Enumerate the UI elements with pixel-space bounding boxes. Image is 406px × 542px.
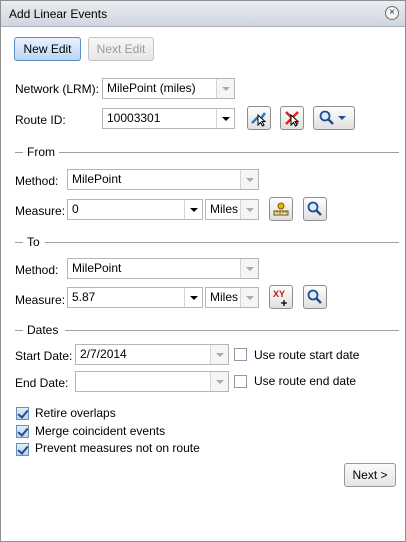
- new-edit-button[interactable]: New Edit: [14, 37, 81, 61]
- start-date-label: Start Date:: [15, 349, 73, 363]
- use-route-end-date-checkbox[interactable]: [234, 375, 247, 388]
- select-route-icon: [251, 112, 267, 127]
- from-method-select[interactable]: MilePoint: [67, 169, 259, 190]
- calendar-dropdown-icon: [210, 345, 228, 364]
- from-measure-input[interactable]: 0: [67, 199, 203, 220]
- xy-point-icon: XY: [273, 289, 287, 306]
- use-route-start-date-checkbox[interactable]: [234, 348, 247, 361]
- to-section-header: To: [15, 235, 399, 249]
- next-edit-button: Next Edit: [88, 37, 154, 61]
- section-divider: [45, 242, 399, 243]
- chevron-down-icon: [240, 200, 258, 219]
- add-linear-events-panel: Add Linear Events × New Edit Next Edit N…: [0, 0, 406, 542]
- title-bar: Add Linear Events ×: [1, 1, 405, 27]
- to-section-label: To: [27, 235, 44, 249]
- prevent-measures-checkbox[interactable]: [16, 443, 29, 456]
- from-section-header: From: [15, 145, 399, 159]
- to-unit-select[interactable]: Miles: [205, 287, 259, 308]
- to-method-select[interactable]: MilePoint: [67, 258, 259, 279]
- select-route-on-map-button[interactable]: [247, 106, 271, 130]
- section-divider: [65, 330, 399, 331]
- retire-overlaps-checkbox[interactable]: [16, 407, 29, 420]
- from-measure-value: 0: [72, 202, 79, 216]
- route-id-input[interactable]: 10003301: [102, 108, 235, 129]
- chevron-down-icon: [240, 170, 258, 189]
- chevron-down-icon: [184, 288, 202, 307]
- to-zoom-button[interactable]: [303, 285, 327, 309]
- chevron-down-icon: [184, 200, 202, 219]
- route-id-label: Route ID:: [15, 113, 66, 127]
- clear-selection-icon: [285, 111, 300, 127]
- chevron-down-icon: [240, 288, 258, 307]
- end-date-label: End Date:: [15, 376, 69, 390]
- from-unit-value: Miles: [210, 202, 239, 216]
- dates-section-label: Dates: [27, 323, 63, 337]
- zoom-icon: [307, 201, 322, 216]
- prevent-measures-label: Prevent measures not on route: [35, 441, 200, 455]
- chevron-down-icon: [216, 79, 234, 98]
- close-icon[interactable]: ×: [385, 6, 399, 20]
- retire-overlaps-label: Retire overlaps: [35, 406, 116, 420]
- from-zoom-button[interactable]: [303, 197, 327, 221]
- zoom-dropdown-icon: [319, 110, 346, 125]
- to-measure-input[interactable]: 5.87: [67, 287, 203, 308]
- end-date-input[interactable]: [75, 371, 229, 392]
- start-date-value: 2/7/2014: [80, 347, 127, 361]
- from-method-label: Method:: [15, 174, 59, 188]
- clear-route-selection-button[interactable]: [280, 106, 304, 130]
- from-method-value: MilePoint: [72, 172, 122, 186]
- merge-coincident-events-checkbox[interactable]: [16, 425, 29, 438]
- to-xy-tool-button[interactable]: XY: [269, 285, 293, 309]
- from-measure-tool-button[interactable]: [269, 197, 293, 221]
- calendar-dropdown-icon: [210, 372, 228, 391]
- from-unit-select[interactable]: Miles: [205, 199, 259, 220]
- section-divider: [15, 330, 23, 331]
- zoom-icon: [307, 289, 322, 304]
- section-divider: [15, 152, 23, 153]
- from-section-label: From: [27, 145, 59, 159]
- use-route-end-date-label: Use route end date: [254, 374, 357, 388]
- start-date-input[interactable]: 2/7/2014: [75, 344, 229, 365]
- to-measure-label: Measure:: [15, 293, 66, 307]
- to-unit-value: Miles: [210, 290, 239, 304]
- from-measure-label: Measure:: [15, 204, 66, 218]
- to-method-value: MilePoint: [72, 261, 122, 275]
- section-divider: [59, 152, 399, 153]
- route-zoom-dropdown-button[interactable]: [313, 106, 355, 130]
- chevron-down-icon: [240, 259, 258, 278]
- route-id-value: 10003301: [107, 111, 161, 125]
- window-title: Add Linear Events: [9, 7, 108, 21]
- to-measure-value: 5.87: [72, 290, 96, 304]
- next-button[interactable]: Next >: [344, 463, 396, 487]
- network-label: Network (LRM):: [15, 82, 100, 96]
- use-route-start-date-label: Use route start date: [254, 348, 360, 362]
- measure-point-icon: [273, 202, 289, 216]
- to-method-label: Method:: [15, 263, 59, 277]
- dates-section-header: Dates: [15, 323, 399, 337]
- chevron-down-icon: [216, 109, 234, 128]
- network-value: MilePoint (miles): [107, 81, 196, 95]
- xy-icon-text: XY: [273, 289, 285, 299]
- merge-coincident-events-label: Merge coincident events: [35, 424, 166, 438]
- section-divider: [15, 242, 23, 243]
- network-select[interactable]: MilePoint (miles): [102, 78, 235, 99]
